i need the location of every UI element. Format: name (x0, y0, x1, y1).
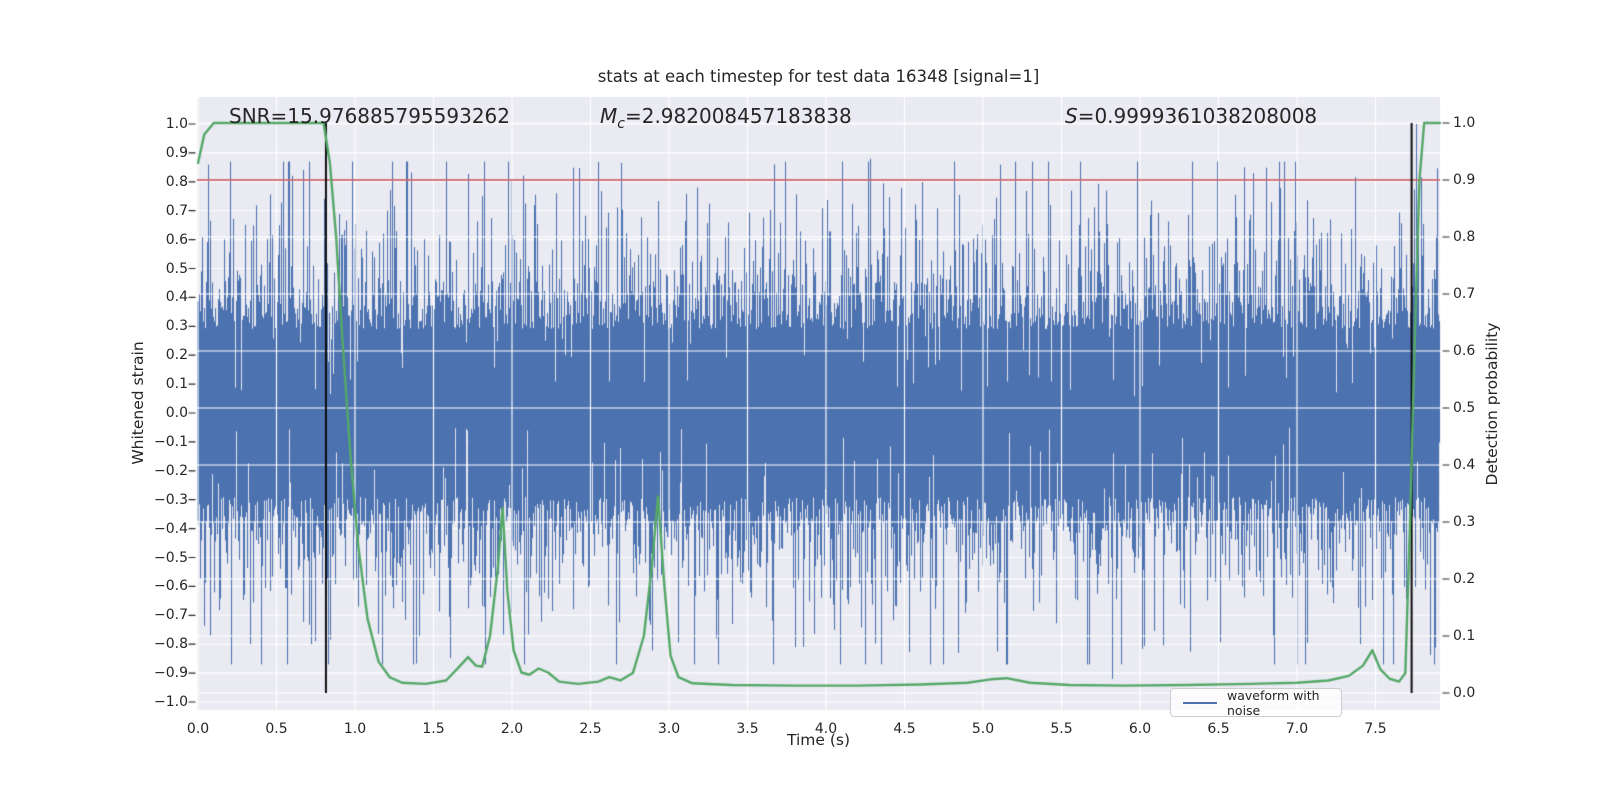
left-y-tick-label: 0.2 (165, 347, 188, 364)
left-y-tick-label: 0.0 (165, 405, 188, 421)
right-y-tick-label: 0.9 (1453, 172, 1476, 188)
annotation-s-value: =0.9999361038208008 (1077, 104, 1318, 128)
left-y-tick-label: 0.4 (165, 289, 188, 306)
x-tick-label: 0.0 (186, 721, 210, 737)
x-tick-label: 6.0 (1128, 721, 1152, 737)
left-y-tick-label: −0.4 (154, 520, 188, 537)
x-tick-label: 2.0 (500, 721, 524, 737)
left-y-tick-label: −0.5 (154, 549, 188, 566)
annotation-s-symbol: S (1065, 104, 1078, 128)
left-y-tick-label: −0.8 (154, 636, 188, 653)
annotation-snr-text: SNR=15.976885795593262 (229, 104, 510, 128)
right-y-axis-label: Detection probability (1483, 322, 1501, 486)
left-y-tick-label: −0.3 (154, 491, 188, 508)
left-y-tick-label: 0.1 (165, 376, 188, 393)
right-y-tick-label: 0.6 (1453, 343, 1476, 359)
annotation-snr: SNR=15.976885795593262 (229, 104, 510, 128)
left-y-tick-label: 0.6 (165, 231, 188, 248)
annotation-mc-value: =2.982008457183838 (624, 104, 852, 128)
annotation-chirp-mass: Mc=2.982008457183838 (600, 104, 852, 132)
x-tick-label: 7.0 (1285, 721, 1309, 737)
right-y-tick-label: 0.4 (1453, 457, 1476, 473)
x-tick-label: 3.0 (657, 721, 681, 737)
right-y-tick-label: 0.7 (1453, 286, 1476, 302)
right-y-tick-label: 0.0 (1453, 685, 1476, 701)
left-y-tick-label: −0.2 (154, 462, 188, 479)
right-y-tick-label: 1.0 (1453, 115, 1476, 131)
left-y-tick-label: 0.7 (165, 202, 188, 219)
x-tick-label: 4.5 (893, 721, 916, 737)
x-tick-label: 7.5 (1364, 721, 1387, 737)
left-y-tick-label: 0.5 (165, 260, 188, 277)
left-y-tick-label: 0.8 (165, 173, 188, 190)
left-y-tick-label: 0.9 (165, 144, 188, 161)
annotation-mc-symbol: M (600, 104, 618, 128)
right-y-tick-label: 0.1 (1453, 628, 1476, 644)
x-tick-label: 2.5 (579, 721, 602, 737)
right-y-tick-label: 0.5 (1453, 400, 1476, 416)
left-y-tick-label: −0.9 (154, 665, 188, 682)
x-tick-label: 1.5 (422, 721, 445, 737)
x-tick-label: 3.5 (736, 721, 759, 737)
left-y-tick-label: −1.0 (154, 694, 188, 710)
x-tick-label: 6.5 (1207, 721, 1230, 737)
left-y-tick-label: 0.3 (165, 318, 188, 335)
left-y-tick-label: −0.7 (154, 607, 188, 624)
figure: stats at each timestep for test data 163… (0, 0, 1600, 800)
x-tick-label: 1.0 (343, 721, 367, 737)
left-y-tick-label: 1.0 (165, 116, 188, 132)
x-tick-label: 4.0 (814, 721, 838, 737)
legend: waveform with noise (1170, 687, 1342, 718)
annotation-s: S=0.9999361038208008 (1065, 104, 1317, 128)
annotation-mc-subscript: c (617, 116, 625, 132)
chart-title: stats at each timestep for test data 163… (597, 67, 1040, 86)
x-tick-label: 0.5 (265, 721, 288, 737)
legend-line-sample (1183, 701, 1217, 704)
right-y-tick-label: 0.8 (1453, 229, 1476, 245)
legend-label: waveform with noise (1227, 687, 1320, 718)
right-y-tick-label: 0.3 (1453, 514, 1476, 530)
left-y-tick-label: −0.6 (154, 578, 188, 595)
left-y-tick-label: −0.1 (154, 433, 188, 450)
x-tick-label: 5.5 (1050, 721, 1073, 737)
right-y-tick-label: 0.2 (1453, 571, 1476, 587)
x-tick-label: 5.0 (971, 721, 995, 737)
